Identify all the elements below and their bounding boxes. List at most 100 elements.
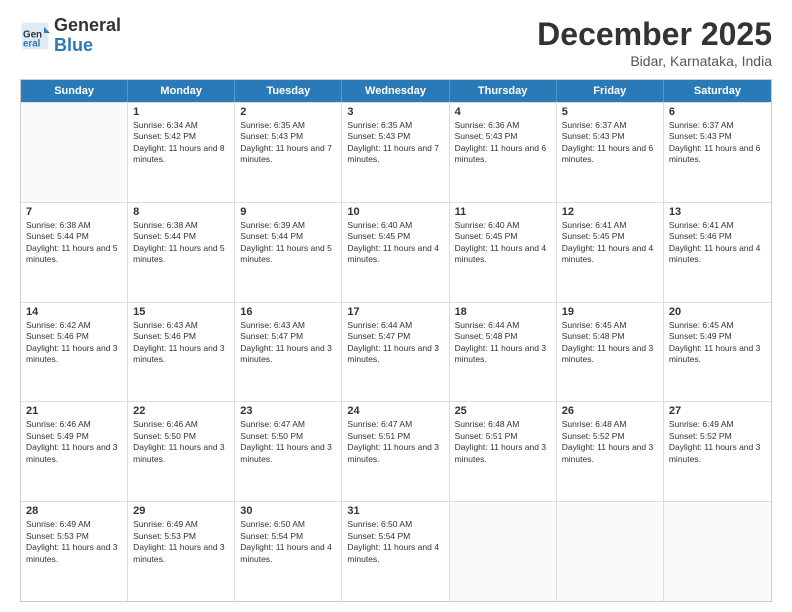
calendar-cell: 16Sunrise: 6:43 AM Sunset: 5:47 PM Dayli… <box>235 303 342 402</box>
day-number: 22 <box>133 405 229 417</box>
day-number: 2 <box>240 106 336 118</box>
generalblue-icon: Gen eral <box>20 21 50 51</box>
cell-info: Sunrise: 6:40 AM Sunset: 5:45 PM Dayligh… <box>347 220 443 266</box>
cell-info: Sunrise: 6:39 AM Sunset: 5:44 PM Dayligh… <box>240 220 336 266</box>
cell-info: Sunrise: 6:38 AM Sunset: 5:44 PM Dayligh… <box>26 220 122 266</box>
day-number: 27 <box>669 405 766 417</box>
day-number: 15 <box>133 306 229 318</box>
day-of-week-saturday: Saturday <box>664 80 771 102</box>
calendar-cell: 22 Sunrise: 6:46 AM Sunset: 5:50 PM Dayli… <box>128 402 235 501</box>
cell-info: Sunrise: 6:44 AM Sunset: 5:47 PM Dayligh… <box>347 320 443 366</box>
cell-info: Sunrise: 6:42 AM Sunset: 5:46 PM Dayligh… <box>26 320 122 366</box>
calendar-cell: 30 Sunrise: 6:50 AM Sunset: 5:54 PM Dayli… <box>235 502 342 601</box>
cell-info: Sunrise: 6:50 AM Sunset: 5:54 PM Dayligh… <box>240 519 336 565</box>
day-number: 3 <box>347 106 443 118</box>
calendar-cell: 31 Sunrise: 6:50 AM Sunset: 5:54 PM Dayli… <box>342 502 449 601</box>
day-number: 24 <box>347 405 443 417</box>
day-number: 18 <box>455 306 551 318</box>
cell-info: Sunrise: 6:35 AM Sunset: 5:43 PM Dayligh… <box>240 120 336 166</box>
day-of-week-monday: Monday <box>128 80 235 102</box>
calendar-cell: 18 Sunrise: 6:44 AM Sunset: 5:48 PM Dayli… <box>450 303 557 402</box>
cell-info: Sunrise: 6:47 AM Sunset: 5:51 PM Dayligh… <box>347 419 443 465</box>
day-number: 23 <box>240 405 336 417</box>
day-of-week-wednesday: Wednesday <box>342 80 449 102</box>
cell-info: Sunrise: 6:43 AM Sunset: 5:46 PM Dayligh… <box>133 320 229 366</box>
calendar-cell <box>664 502 771 601</box>
cell-info: Sunrise: 6:36 AM Sunset: 5:43 PM Dayligh… <box>455 120 551 166</box>
cell-info: Sunrise: 6:38 AM Sunset: 5:44 PM Dayligh… <box>133 220 229 266</box>
calendar-cell: 2 Sunrise: 6:35 AM Sunset: 5:43 PM Daylig… <box>235 103 342 202</box>
calendar-cell: 7Sunrise: 6:38 AM Sunset: 5:44 PM Daylig… <box>21 203 128 302</box>
cell-info: Sunrise: 6:49 AM Sunset: 5:53 PM Dayligh… <box>26 519 122 565</box>
logo-blue: Blue <box>54 36 121 56</box>
day-number: 19 <box>562 306 658 318</box>
title-location: Bidar, Karnataka, India <box>537 53 772 69</box>
calendar-cell: 11Sunrise: 6:40 AM Sunset: 5:45 PM Dayli… <box>450 203 557 302</box>
cell-info: Sunrise: 6:34 AM Sunset: 5:42 PM Dayligh… <box>133 120 229 166</box>
day-number: 31 <box>347 505 443 517</box>
header: Gen eral General Blue December 2025 Bida… <box>20 16 772 69</box>
day-number: 30 <box>240 505 336 517</box>
calendar-cell: 1 Sunrise: 6:34 AM Sunset: 5:42 PM Daylig… <box>128 103 235 202</box>
day-number: 5 <box>562 106 658 118</box>
day-number: 10 <box>347 206 443 218</box>
day-number: 21 <box>26 405 122 417</box>
day-number: 25 <box>455 405 551 417</box>
page: Gen eral General Blue December 2025 Bida… <box>0 0 792 612</box>
calendar-week-1: 1 Sunrise: 6:34 AM Sunset: 5:42 PM Daylig… <box>21 102 771 202</box>
day-number: 11 <box>455 206 551 218</box>
calendar-cell: 12 Sunrise: 6:41 AM Sunset: 5:45 PM Dayli… <box>557 203 664 302</box>
calendar-cell: 10 Sunrise: 6:40 AM Sunset: 5:45 PM Dayli… <box>342 203 449 302</box>
cell-info: Sunrise: 6:37 AM Sunset: 5:43 PM Dayligh… <box>669 120 766 166</box>
calendar-week-5: 28Sunrise: 6:49 AM Sunset: 5:53 PM Dayli… <box>21 501 771 601</box>
calendar-cell: 24 Sunrise: 6:47 AM Sunset: 5:51 PM Dayli… <box>342 402 449 501</box>
cell-info: Sunrise: 6:46 AM Sunset: 5:50 PM Dayligh… <box>133 419 229 465</box>
calendar-cell: 15 Sunrise: 6:43 AM Sunset: 5:46 PM Dayli… <box>128 303 235 402</box>
calendar-week-3: 14 Sunrise: 6:42 AM Sunset: 5:46 PM Dayli… <box>21 302 771 402</box>
day-number: 26 <box>562 405 658 417</box>
day-number: 4 <box>455 106 551 118</box>
day-number: 12 <box>562 206 658 218</box>
calendar-cell: 26 Sunrise: 6:48 AM Sunset: 5:52 PM Dayli… <box>557 402 664 501</box>
day-number: 14 <box>26 306 122 318</box>
cell-info: Sunrise: 6:47 AM Sunset: 5:50 PM Dayligh… <box>240 419 336 465</box>
cell-info: Sunrise: 6:50 AM Sunset: 5:54 PM Dayligh… <box>347 519 443 565</box>
day-number: 20 <box>669 306 766 318</box>
day-of-week-tuesday: Tuesday <box>235 80 342 102</box>
calendar-cell: 14 Sunrise: 6:42 AM Sunset: 5:46 PM Dayli… <box>21 303 128 402</box>
calendar-cell: 29Sunrise: 6:49 AM Sunset: 5:53 PM Dayli… <box>128 502 235 601</box>
day-number: 16 <box>240 306 336 318</box>
cell-info: Sunrise: 6:44 AM Sunset: 5:48 PM Dayligh… <box>455 320 551 366</box>
calendar-body: 1 Sunrise: 6:34 AM Sunset: 5:42 PM Daylig… <box>21 102 771 601</box>
day-of-week-sunday: Sunday <box>21 80 128 102</box>
cell-info: Sunrise: 6:45 AM Sunset: 5:49 PM Dayligh… <box>669 320 766 366</box>
cell-info: Sunrise: 6:49 AM Sunset: 5:52 PM Dayligh… <box>669 419 766 465</box>
calendar-cell: 17Sunrise: 6:44 AM Sunset: 5:47 PM Dayli… <box>342 303 449 402</box>
day-number: 9 <box>240 206 336 218</box>
cell-info: Sunrise: 6:48 AM Sunset: 5:52 PM Dayligh… <box>562 419 658 465</box>
day-number: 1 <box>133 106 229 118</box>
calendar: SundayMondayTuesdayWednesdayThursdayFrid… <box>20 79 772 602</box>
calendar-cell: 19Sunrise: 6:45 AM Sunset: 5:48 PM Dayli… <box>557 303 664 402</box>
logo-general: General <box>54 16 121 36</box>
day-number: 13 <box>669 206 766 218</box>
cell-info: Sunrise: 6:41 AM Sunset: 5:46 PM Dayligh… <box>669 220 766 266</box>
cell-info: Sunrise: 6:48 AM Sunset: 5:51 PM Dayligh… <box>455 419 551 465</box>
calendar-cell: 5 Sunrise: 6:37 AM Sunset: 5:43 PM Daylig… <box>557 103 664 202</box>
calendar-cell: 9 Sunrise: 6:39 AM Sunset: 5:44 PM Daylig… <box>235 203 342 302</box>
day-number: 29 <box>133 505 229 517</box>
day-of-week-friday: Friday <box>557 80 664 102</box>
day-of-week-thursday: Thursday <box>450 80 557 102</box>
calendar-cell: 13 Sunrise: 6:41 AM Sunset: 5:46 PM Dayli… <box>664 203 771 302</box>
calendar-cell <box>450 502 557 601</box>
day-number: 6 <box>669 106 766 118</box>
calendar-cell: 21Sunrise: 6:46 AM Sunset: 5:49 PM Dayli… <box>21 402 128 501</box>
day-number: 8 <box>133 206 229 218</box>
cell-info: Sunrise: 6:41 AM Sunset: 5:45 PM Dayligh… <box>562 220 658 266</box>
svg-text:eral: eral <box>23 38 41 49</box>
cell-info: Sunrise: 6:37 AM Sunset: 5:43 PM Dayligh… <box>562 120 658 166</box>
calendar-cell <box>557 502 664 601</box>
calendar-week-2: 7Sunrise: 6:38 AM Sunset: 5:44 PM Daylig… <box>21 202 771 302</box>
calendar-cell: 3Sunrise: 6:35 AM Sunset: 5:43 PM Daylig… <box>342 103 449 202</box>
calendar-cell: 27 Sunrise: 6:49 AM Sunset: 5:52 PM Dayli… <box>664 402 771 501</box>
